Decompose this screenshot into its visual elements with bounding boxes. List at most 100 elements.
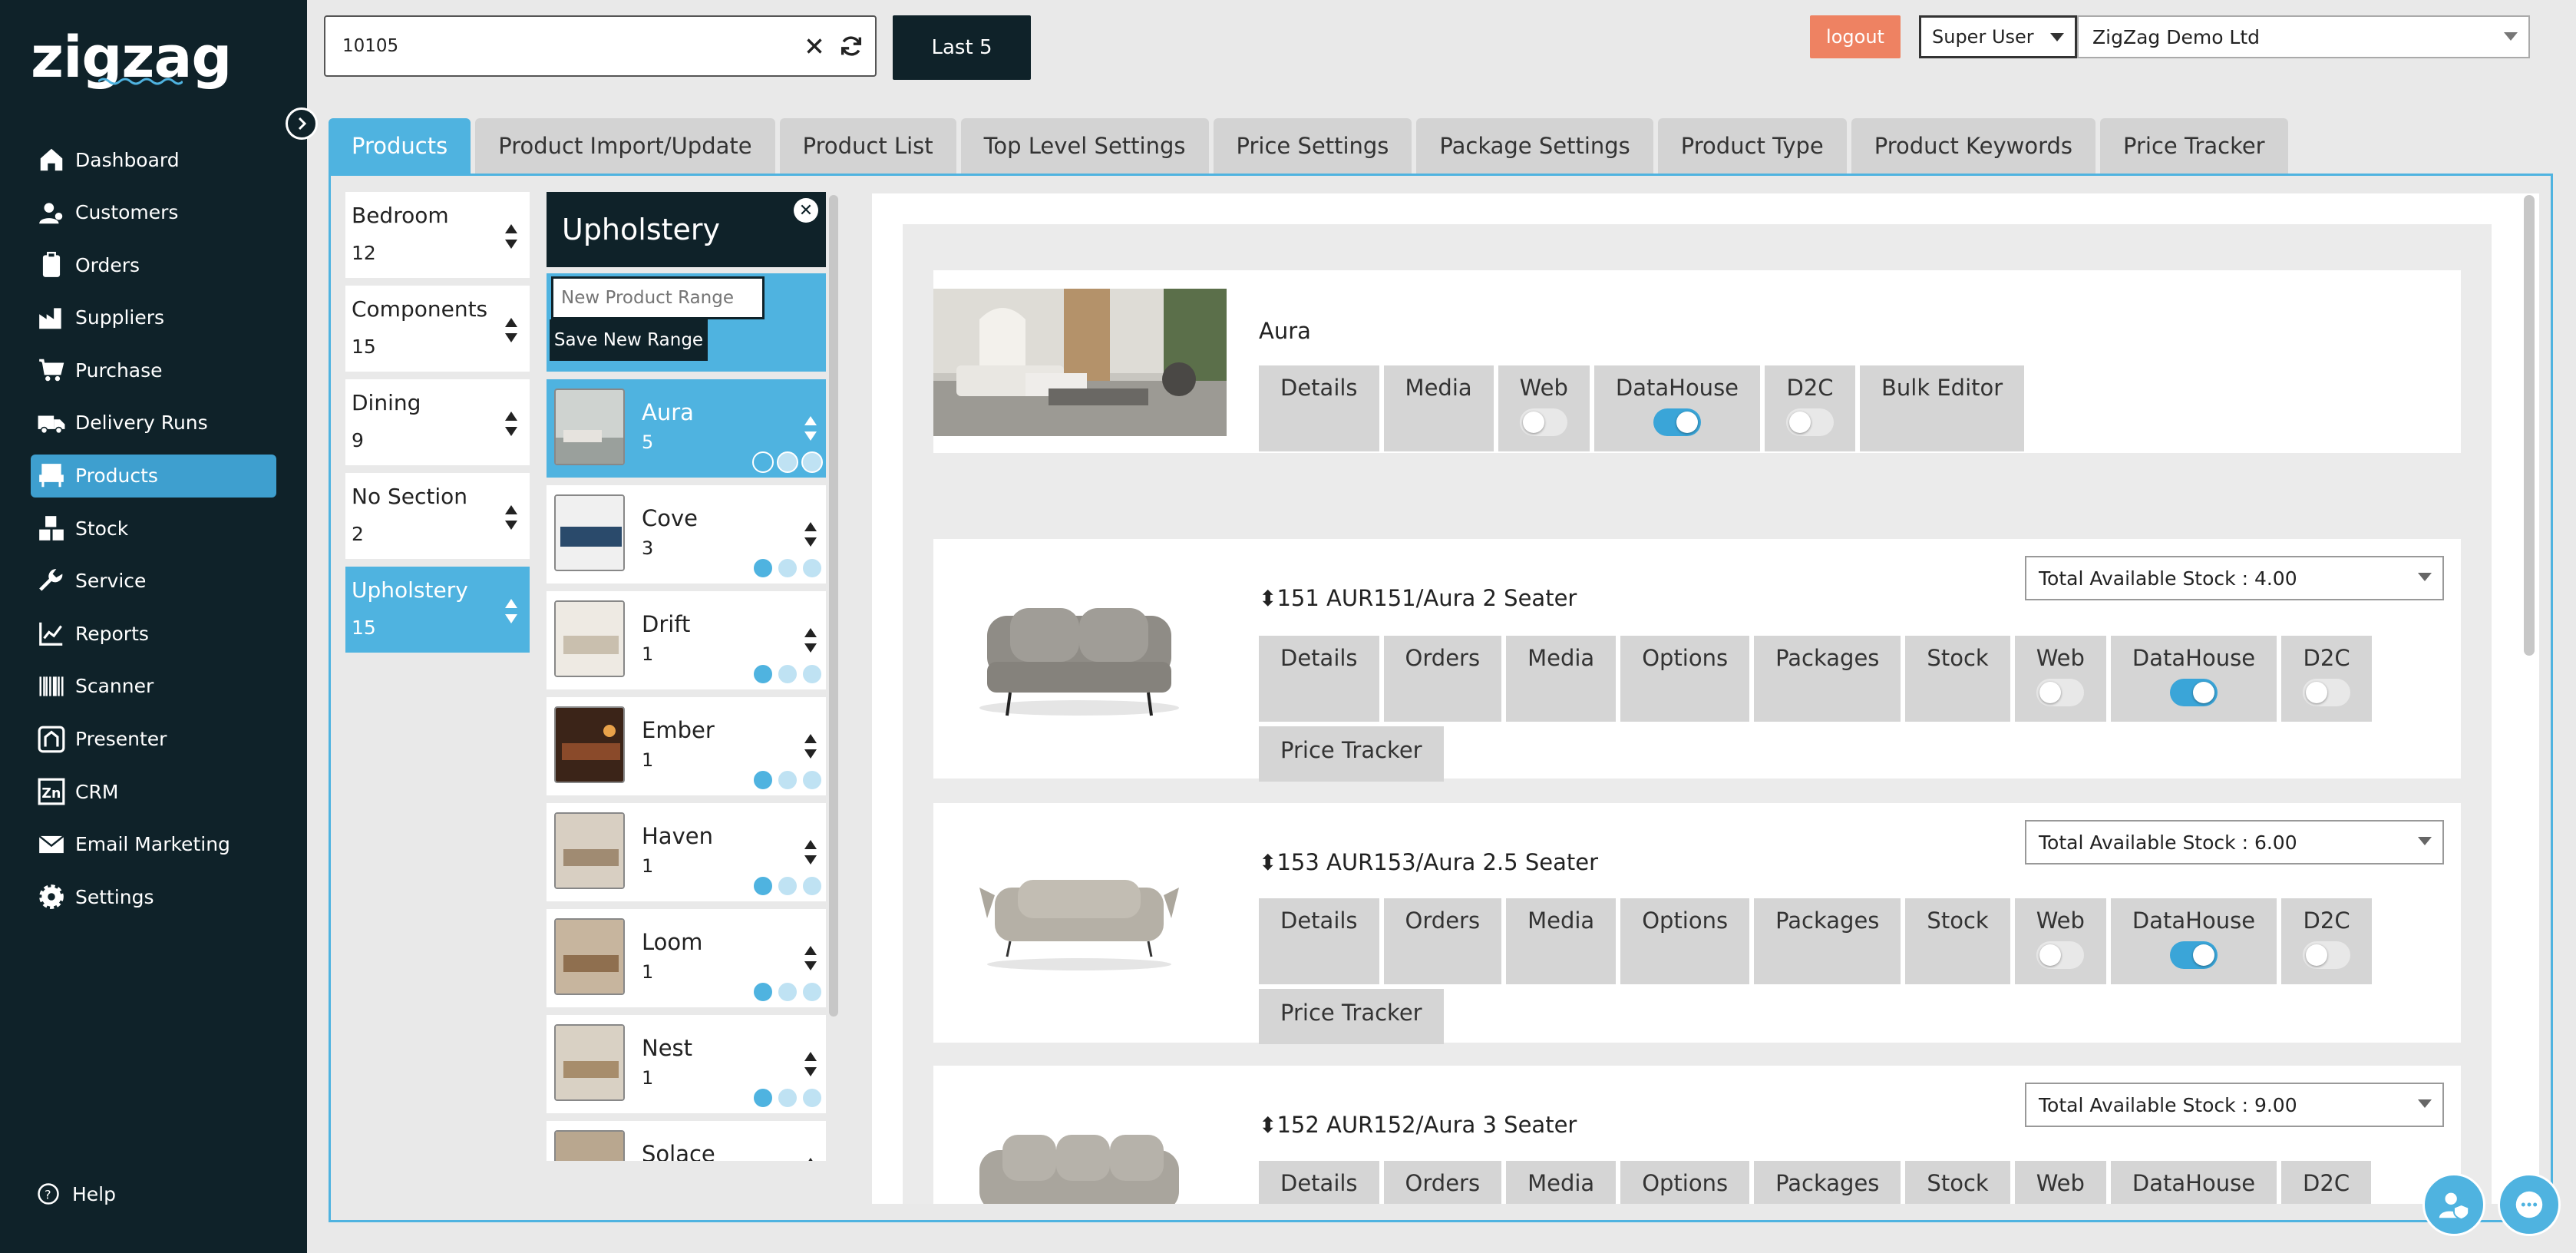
section-item-dining[interactable]: Dining 9 [345, 379, 530, 465]
sort-arrows-icon[interactable] [504, 223, 519, 250]
sort-arrows-icon[interactable] [504, 316, 519, 344]
product-d2c-toggle[interactable]: D2C [2281, 636, 2373, 722]
last-5-button[interactable]: Last 5 [893, 15, 1031, 80]
clear-icon[interactable] [801, 33, 827, 59]
sidebar-item-presenter[interactable]: Presenter [31, 718, 276, 761]
sort-arrows-icon[interactable] [504, 410, 519, 438]
section-item-bedroom[interactable]: Bedroom 12 [345, 192, 530, 278]
product-price-tracker-button[interactable]: Price Tracker [1259, 989, 1444, 1044]
new-range-input[interactable] [551, 276, 765, 319]
sort-arrows-icon[interactable]: ⬍ [1259, 850, 1276, 875]
web-toggle-switch[interactable] [2036, 679, 2085, 706]
sort-arrows-icon[interactable] [803, 944, 818, 972]
sidebar-item-settings[interactable]: Settings [31, 875, 276, 918]
tab-top-level-settings[interactable]: Top Level Settings [960, 118, 1209, 174]
product-media-button[interactable]: Media [1506, 898, 1617, 984]
delete-icon[interactable] [801, 451, 823, 473]
datahouse-toggle-switch[interactable] [1653, 408, 1701, 436]
product-datahouse-toggle[interactable]: DataHouse [2110, 1161, 2277, 1204]
d2c-toggle-switch[interactable] [1786, 408, 1835, 436]
sidebar-item-purchase[interactable]: Purchase [31, 349, 276, 392]
sidebar-collapse-button[interactable] [286, 107, 318, 140]
sidebar-item-service[interactable]: Service [31, 560, 276, 603]
sidebar-item-scanner[interactable]: Scanner [31, 665, 276, 708]
product-options-button[interactable]: Options [1620, 636, 1750, 722]
product-packages-button[interactable]: Packages [1754, 636, 1901, 722]
sidebar-item-stock[interactable]: Stock [31, 507, 276, 550]
datahouse-toggle-switch[interactable] [2169, 941, 2218, 969]
d2c-toggle-switch[interactable] [2303, 679, 2351, 706]
range-item-haven[interactable]: Haven 1 [547, 803, 826, 901]
product-packages-button[interactable]: Packages [1754, 1161, 1901, 1204]
product-orders-button[interactable]: Orders [1383, 636, 1502, 722]
user-support-button[interactable] [2422, 1173, 2485, 1236]
range-datahouse-toggle[interactable]: DataHouse [1593, 365, 1761, 451]
search-box[interactable]: 10105 [324, 15, 877, 77]
d2c-toggle-switch[interactable] [2303, 941, 2351, 969]
tab-price-tracker[interactable]: Price Tracker [2100, 118, 2288, 174]
sidebar-item-dashboard[interactable]: Dashboard [31, 138, 276, 181]
tab-product-import-update[interactable]: Product Import/Update [475, 118, 775, 174]
sidebar-item-email-marketing[interactable]: Email Marketing [31, 823, 276, 866]
sidebar-item-products[interactable]: Products [31, 454, 276, 498]
product-web-toggle[interactable]: Web [2014, 898, 2106, 984]
stock-select[interactable]: Total Available Stock : 4.00 [2025, 556, 2444, 600]
range-item-drift[interactable]: Drift 1 [547, 591, 826, 689]
tab-product-type[interactable]: Product Type [1657, 118, 1847, 174]
web-toggle-switch[interactable] [2036, 941, 2085, 969]
tab-products[interactable]: Products [329, 118, 471, 174]
delete-icon[interactable] [801, 557, 823, 579]
tab-package-settings[interactable]: Package Settings [1416, 118, 1653, 174]
tab-product-list[interactable]: Product List [779, 118, 956, 174]
product-stock-button[interactable]: Stock [1905, 898, 2010, 984]
product-options-button[interactable]: Options [1620, 898, 1750, 984]
product-web-toggle[interactable]: Web [2014, 636, 2106, 722]
range-item-cove[interactable]: Cove 3 [547, 485, 826, 584]
sidebar-item-customers[interactable]: Customers [31, 191, 276, 234]
delete-icon[interactable] [801, 875, 823, 897]
help-link[interactable]: ? Help [37, 1182, 116, 1205]
tab-product-keywords[interactable]: Product Keywords [1851, 118, 2096, 174]
sort-arrows-icon[interactable] [803, 732, 818, 760]
chat-button[interactable] [2498, 1173, 2561, 1236]
section-item-upholstery[interactable]: Upholstery 15 [345, 567, 530, 653]
web-toggle-switch[interactable] [1520, 408, 1568, 436]
stock-select[interactable]: Total Available Stock : 6.00 [2025, 820, 2444, 865]
sort-arrows-icon[interactable] [803, 838, 818, 866]
company-select[interactable]: ZigZag Demo Ltd [2077, 15, 2530, 58]
save-new-range-button[interactable]: Save New Range [550, 319, 708, 361]
user-role-select[interactable]: Super User [1919, 15, 2077, 58]
sort-arrows-icon[interactable] [803, 415, 818, 442]
product-orders-button[interactable]: Orders [1383, 1161, 1502, 1204]
range-item-ember[interactable]: Ember 1 [547, 697, 826, 795]
stock-select[interactable]: Total Available Stock : 9.00 [2025, 1083, 2444, 1127]
sidebar-item-orders[interactable]: Orders [31, 243, 276, 286]
delete-icon[interactable] [801, 769, 823, 791]
product-stock-button[interactable]: Stock [1905, 1161, 2010, 1204]
product-d2c-toggle[interactable]: D2C [2281, 1161, 2372, 1204]
delete-icon[interactable] [801, 981, 823, 1003]
tab-price-settings[interactable]: Price Settings [1213, 118, 1412, 174]
range-media-button[interactable]: Media [1383, 365, 1494, 451]
delete-icon[interactable] [801, 663, 823, 685]
range-bulk-editor-button[interactable]: Bulk Editor [1860, 365, 2025, 451]
logout-button[interactable]: logout [1810, 15, 1901, 58]
range-item-loom[interactable]: Loom 1 [547, 909, 826, 1007]
sort-arrows-icon[interactable] [803, 521, 818, 548]
sort-arrows-icon[interactable]: ⬍ [1259, 1112, 1276, 1138]
product-media-button[interactable]: Media [1506, 1161, 1617, 1204]
sort-arrows-icon[interactable] [803, 626, 818, 654]
close-icon[interactable]: ✕ [794, 198, 818, 223]
sort-arrows-icon[interactable]: ⬍ [1259, 586, 1276, 611]
range-item-nest[interactable]: Nest 1 [547, 1015, 826, 1113]
sidebar-item-suppliers[interactable]: Suppliers [31, 296, 276, 339]
product-stock-button[interactable]: Stock [1905, 636, 2010, 722]
range-d2c-toggle[interactable]: D2C [1765, 365, 1856, 451]
product-d2c-toggle[interactable]: D2C [2281, 898, 2373, 984]
datahouse-toggle-switch[interactable] [2169, 679, 2218, 706]
range-details-button[interactable]: Details [1259, 365, 1379, 451]
product-datahouse-toggle[interactable]: DataHouse [2110, 636, 2277, 722]
refresh-icon[interactable] [838, 33, 864, 59]
product-web-toggle[interactable]: Web [2014, 1161, 2106, 1204]
product-details-button[interactable]: Details [1259, 898, 1379, 984]
